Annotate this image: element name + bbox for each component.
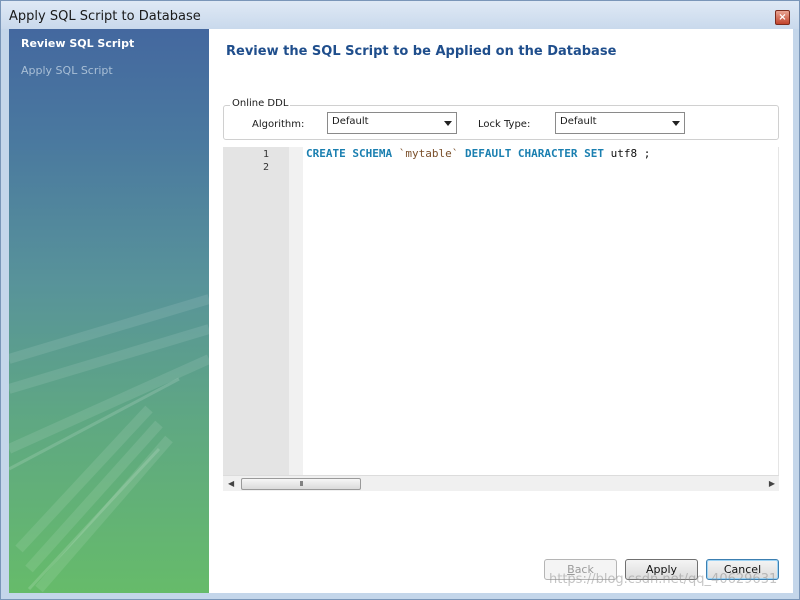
sidebar-decoration: [9, 294, 209, 593]
page-heading: Review the SQL Script to be Applied on t…: [226, 44, 617, 59]
close-icon: ×: [778, 12, 787, 23]
wizard-sidebar: Review SQL Script Apply SQL Script: [9, 29, 209, 593]
line-number: 2: [262, 162, 269, 173]
sql-identifier: `mytable`: [398, 147, 459, 160]
lock-type-label: Lock Type:: [478, 119, 531, 130]
line-number: 1: [262, 149, 269, 160]
algorithm-label: Algorithm:: [252, 119, 305, 130]
scroll-left-arrow-icon[interactable]: ◀: [228, 479, 234, 488]
online-ddl-group: Online DDL Algorithm: Default Lock Type:…: [223, 98, 779, 140]
scroll-thumb[interactable]: III: [241, 478, 361, 490]
horizontal-scrollbar[interactable]: ◀ III ▶: [223, 475, 779, 491]
lock-type-value: Default: [560, 116, 597, 127]
close-button[interactable]: ×: [775, 10, 790, 25]
sql-editor[interactable]: 1 2 CREATE SCHEMA `mytable` DEFAULT CHAR…: [223, 147, 779, 491]
lock-type-select[interactable]: Default: [555, 112, 685, 134]
chevron-down-icon: [444, 121, 452, 126]
code-line-1[interactable]: CREATE SCHEMA `mytable` DEFAULT CHARACTE…: [306, 147, 650, 160]
sql-text: utf8 ;: [610, 147, 651, 160]
title-bar[interactable]: Apply SQL Script to Database ×: [1, 1, 799, 29]
scroll-right-arrow-icon[interactable]: ▶: [769, 479, 775, 488]
online-ddl-legend: Online DDL: [230, 98, 291, 109]
sql-keyword: CREATE SCHEMA: [306, 147, 393, 160]
sidebar-item-apply-sql-script: Apply SQL Script: [21, 64, 113, 77]
window-title: Apply SQL Script to Database: [9, 9, 201, 24]
scroll-grip: III: [299, 480, 303, 488]
line-number-gutter: 1 2: [223, 147, 289, 475]
watermark-text: https://blog.csdn.net/qq_40629631: [549, 572, 778, 587]
sql-keyword: DEFAULT CHARACTER SET: [464, 147, 605, 160]
algorithm-select[interactable]: Default: [327, 112, 457, 134]
sidebar-item-review-sql-script: Review SQL Script: [21, 37, 135, 50]
fold-margin: [289, 147, 303, 475]
dialog-client: Review SQL Script Apply SQL Script Revie…: [9, 29, 793, 593]
chevron-down-icon: [672, 121, 680, 126]
algorithm-value: Default: [332, 116, 369, 127]
dialog-window: Apply SQL Script to Database × Review SQ…: [0, 0, 800, 600]
